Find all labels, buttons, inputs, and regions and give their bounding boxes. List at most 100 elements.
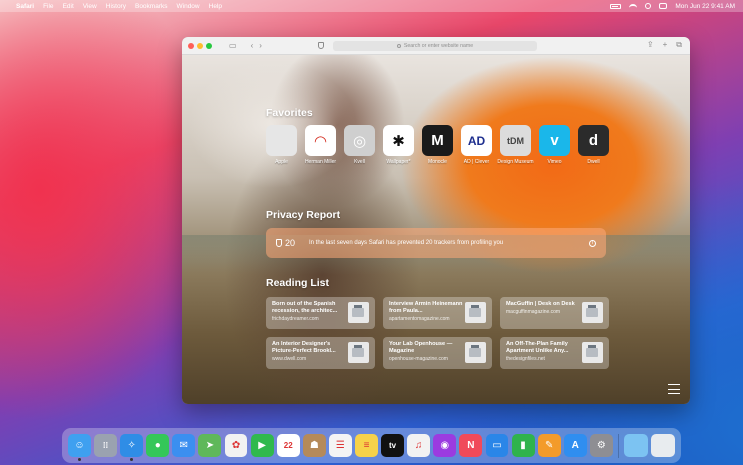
trash-icon[interactable] [651, 434, 676, 457]
mail-icon[interactable]: ✉ [172, 434, 196, 457]
toolbar-actions: ⇪ + ⧉ [647, 40, 682, 50]
zoom-button[interactable] [206, 42, 212, 49]
messages-icon[interactable]: ● [146, 434, 170, 457]
reading-list-item-url: apartamentomagazine.com [389, 316, 450, 322]
favorite-item[interactable]: M Monocle [422, 125, 453, 165]
reading-list-item[interactable]: Born out of the Spanish recession, the a… [266, 297, 375, 329]
reading-list-item-url: www.dwell.com [272, 356, 307, 362]
info-icon[interactable]: i [589, 239, 596, 247]
favorite-item[interactable]: ◠ Herman Miller [305, 125, 336, 165]
app-store-icon[interactable]: A [563, 434, 587, 457]
favorite-icon: d [578, 125, 609, 156]
thumbnail-image [465, 342, 486, 363]
tab-overview-icon[interactable]: ⧉ [676, 40, 682, 50]
keynote-icon[interactable]: ▭ [485, 434, 509, 457]
back-icon[interactable]: ‹ [251, 41, 254, 50]
reading-list-grid: Born out of the Spanish recession, the a… [266, 297, 609, 369]
contacts-icon[interactable]: ☗ [302, 434, 326, 457]
tracker-count: 20 [285, 238, 296, 248]
reading-list-item[interactable]: An Off-The-Plan Family Apartment Unlike … [500, 337, 609, 369]
menu-clock[interactable]: Mon Jun 22 9:41 AM [675, 3, 735, 10]
start-page-settings-icon[interactable] [668, 384, 680, 394]
reading-list-item[interactable]: Your Lab Openhouse — Magazine openhouse-m… [383, 337, 492, 369]
pages-icon[interactable]: ✎ [537, 434, 561, 457]
menu-help[interactable]: Help [209, 3, 222, 10]
facetime-icon[interactable]: ▶ [250, 434, 274, 457]
reading-list-item-title: An Interior Designer's Picture-Perfect B… [272, 341, 336, 354]
menu-window[interactable]: Window [177, 3, 200, 10]
new-tab-icon[interactable]: + [663, 40, 668, 50]
favorite-item[interactable]: tDM Design Museum [497, 125, 534, 165]
favorite-item[interactable]: ✱ Wallpaper* [383, 125, 414, 165]
spotlight-icon[interactable] [645, 3, 652, 9]
control-center-icon[interactable] [659, 3, 668, 9]
favorite-item[interactable]: ◎ Kvell [344, 125, 375, 165]
privacy-report-card[interactable]: 20 In the last seven days Safari has pre… [266, 228, 606, 258]
privacy-report-title: Privacy Report [266, 209, 341, 221]
close-button[interactable] [188, 42, 194, 49]
favorite-label: Design Museum [497, 159, 534, 165]
menu-edit[interactable]: Edit [63, 3, 74, 10]
dock-separator [617, 433, 619, 458]
downloads-folder-icon[interactable] [624, 434, 649, 457]
favorite-item[interactable]: Apple [266, 125, 297, 165]
tv-icon[interactable]: tv [381, 434, 405, 457]
forward-icon[interactable]: › [259, 41, 262, 50]
reading-list-item-title: Born out of the Spanish recession, the a… [272, 301, 338, 314]
menu-bar: Safari File Edit View History Bookmarks … [0, 0, 743, 12]
thumbnail-image [582, 342, 603, 363]
numbers-icon[interactable]: ▮ [511, 434, 535, 457]
reading-list-item-title: MacGuffin | Desk on Desk [506, 301, 575, 307]
calendar-icon[interactable]: 22 [276, 434, 300, 457]
favorite-icon: ◠ [305, 125, 336, 156]
favorite-icon: v [539, 125, 570, 156]
share-icon[interactable]: ⇪ [647, 40, 654, 50]
reading-list-item-url: openhouse-magazine.com [389, 356, 448, 362]
reminders-icon[interactable]: ☰ [328, 434, 352, 457]
favorites-grid: Apple ◠ Herman Miller ◎ Kvell ✱ Wallpaper* M Mon… [266, 125, 609, 165]
favorite-item[interactable]: v Vimeo [539, 125, 570, 165]
system-preferences-icon[interactable]: ⚙ [589, 434, 613, 457]
music-icon[interactable]: ♫ [407, 434, 431, 457]
menu-view[interactable]: View [83, 3, 97, 10]
reading-list-item[interactable]: Interview Armin Heinemann from Paula... a… [383, 297, 492, 329]
favorite-item[interactable]: AD AD | Clever [461, 125, 492, 165]
news-icon[interactable]: N [459, 434, 483, 457]
search-icon [396, 44, 401, 48]
favorite-icon: ◎ [344, 125, 375, 156]
menu-history[interactable]: History [106, 3, 126, 10]
shield-icon [276, 239, 282, 247]
reading-list-item[interactable]: An Interior Designer's Picture-Perfect B… [266, 337, 375, 369]
favorite-icon: M [422, 125, 453, 156]
favorites-title: Favorites [266, 107, 313, 119]
favorite-label: Wallpaper* [386, 159, 411, 165]
privacy-shield-icon[interactable] [318, 42, 324, 49]
reading-list-title: Reading List [266, 277, 330, 289]
podcasts-icon[interactable]: ◉ [433, 434, 457, 457]
battery-icon[interactable] [610, 3, 622, 9]
launchpad-icon[interactable]: ⁞⁞ [94, 434, 117, 457]
thumbnail-image [348, 302, 369, 323]
photos-icon[interactable]: ✿ [224, 434, 248, 457]
status-area: Mon Jun 22 9:41 AM [610, 3, 735, 10]
sidebar-toggle-icon[interactable]: ▭ [229, 41, 237, 50]
maps-icon[interactable]: ➤ [198, 434, 222, 457]
favorite-label: Monocle [428, 159, 447, 165]
app-menu[interactable]: Safari [16, 3, 34, 10]
dock: ☺ ⁞⁞ ✧ ● ✉ ➤ ✿ ▶ 22 ☗ ☰ ≡ tv ♫ ◉ N ▭ ▮ ✎ A ⚙ [62, 428, 681, 463]
notes-icon[interactable]: ≡ [355, 434, 378, 457]
favorite-item[interactable]: d Dwell [578, 125, 609, 165]
reading-list-item[interactable]: MacGuffin | Desk on Desk macguffinmagazin… [500, 297, 609, 329]
safari-icon[interactable]: ✧ [120, 434, 144, 461]
favorite-label: Herman Miller [304, 159, 337, 165]
wifi-icon[interactable] [629, 3, 638, 9]
address-bar[interactable]: Search or enter website name [333, 41, 537, 51]
menu-bookmarks[interactable]: Bookmarks [135, 3, 168, 10]
browser-toolbar: ▭ ‹ › Search or enter website name ⇪ + ⧉ [182, 37, 690, 55]
finder-icon[interactable]: ☺ [68, 434, 91, 461]
privacy-message: In the last seven days Safari has preven… [309, 240, 504, 246]
minimize-button[interactable] [197, 42, 203, 49]
favorite-icon [266, 125, 297, 156]
favorite-label: Apple [275, 159, 288, 165]
menu-file[interactable]: File [43, 3, 53, 10]
